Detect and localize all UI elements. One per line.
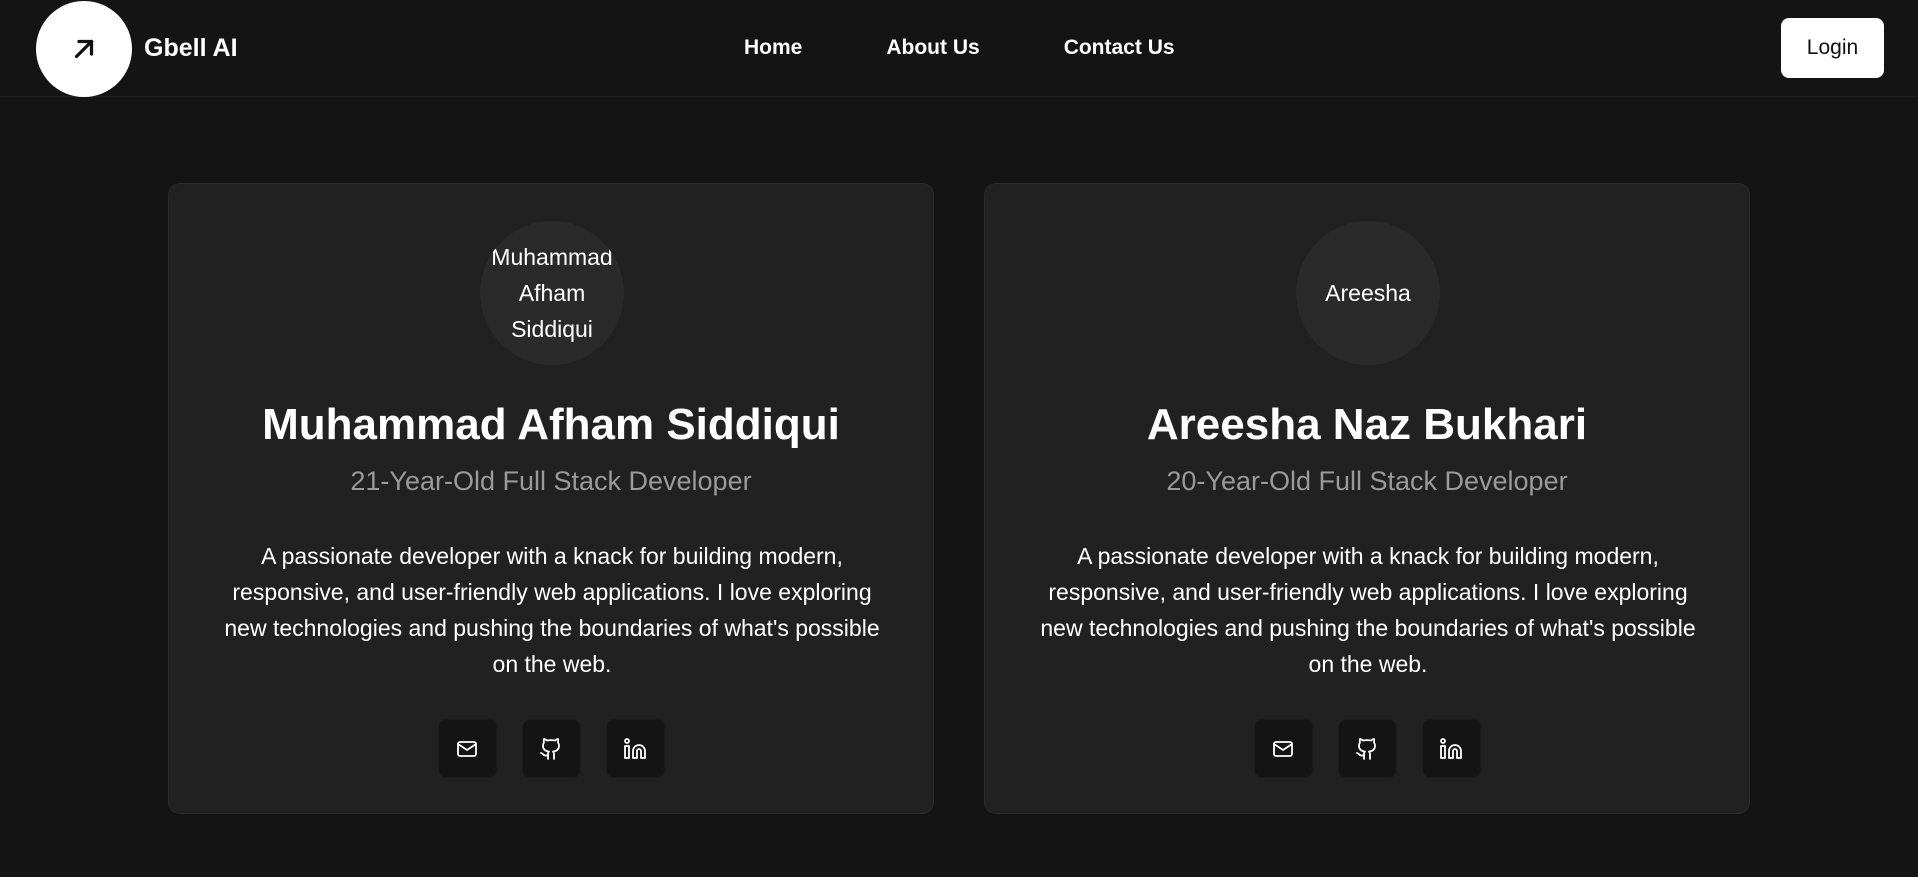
nav-contact-us[interactable]: Contact Us — [1064, 34, 1175, 62]
member-bio: A passionate developer with a knack for … — [1040, 543, 1696, 677]
brand-name: Gbell AI — [144, 34, 238, 62]
nav-home[interactable]: Home — [744, 34, 802, 62]
avatar-alt-text: Areesha — [1325, 280, 1411, 306]
logo[interactable] — [36, 1, 132, 97]
team-card: Areesha Areesha Naz Bukhari 20-Year-Old … — [984, 183, 1750, 814]
github-button[interactable] — [521, 719, 581, 778]
avatar: Muhammad Afham Siddiqui — [480, 221, 624, 365]
member-name: Areesha Naz Bukhari — [1146, 400, 1588, 449]
email-button[interactable] — [1253, 719, 1313, 778]
member-bio: A passionate developer with a knack for … — [224, 543, 880, 677]
member-role: 21-Year-Old Full Stack Developer — [350, 466, 752, 496]
nav-about-us[interactable]: About Us — [886, 34, 979, 62]
linkedin-button[interactable] — [1421, 719, 1481, 778]
site-header: Gbell AI Home About Us Contact Us Login — [0, 0, 1918, 97]
member-name: Muhammad Afham Siddiqui — [262, 400, 840, 449]
mail-icon — [1273, 740, 1293, 757]
github-icon — [540, 737, 560, 760]
arrow-up-right-icon — [74, 39, 94, 59]
social-links — [169, 719, 933, 778]
team-card: Muhammad Afham Siddiqui Muhammad Afham S… — [168, 183, 934, 814]
github-button[interactable] — [1337, 719, 1397, 778]
login-button[interactable]: Login — [1781, 18, 1884, 78]
mail-icon — [457, 740, 477, 757]
social-links — [985, 719, 1749, 778]
avatar: Areesha — [1296, 221, 1440, 365]
avatar-alt-text: Muhammad Afham Siddiqui — [491, 244, 613, 342]
member-role: 20-Year-Old Full Stack Developer — [1166, 466, 1568, 496]
github-icon — [1356, 737, 1376, 760]
linkedin-icon — [624, 737, 646, 759]
email-button[interactable] — [437, 719, 497, 778]
linkedin-icon — [1440, 737, 1462, 759]
main-nav: Home About Us Contact Us — [744, 34, 1175, 62]
linkedin-button[interactable] — [605, 719, 665, 778]
